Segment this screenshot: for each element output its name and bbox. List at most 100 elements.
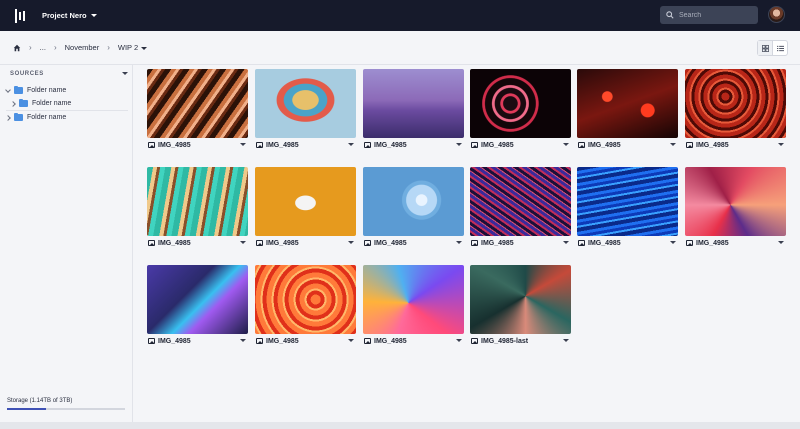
grid-view-button[interactable] [758,41,773,55]
breadcrumb-wip2[interactable]: WIP 2 [118,43,148,52]
image-card[interactable]: IMG_4985 [147,167,248,250]
image-name: IMG_4985 [374,141,407,149]
breadcrumb-ellipsis[interactable]: ... [40,43,46,52]
image-thumbnail[interactable] [147,265,248,334]
user-avatar[interactable] [768,6,785,23]
image-name: IMG_4985 [696,239,729,247]
tree-folder-label: Folder name [32,100,72,107]
image-card[interactable]: IMG_4985 [363,69,464,152]
image-thumbnail[interactable] [255,69,356,138]
chevron-down-icon[interactable] [670,143,676,146]
image-thumbnail[interactable] [147,69,248,138]
image-name: IMG_4985 [588,141,621,149]
image-thumbnail[interactable] [470,265,571,334]
breadcrumb-separator: › [29,43,32,52]
image-thumbnail[interactable] [470,167,571,236]
image-card[interactable]: IMG_4985 [685,167,786,250]
image-icon [471,142,478,148]
view-toggle [757,40,788,56]
chevron-down-icon[interactable] [778,241,784,244]
image-thumbnail[interactable] [255,167,356,236]
image-name: IMG_4985 [481,239,514,247]
image-name: IMG_4985 [696,141,729,149]
image-thumbnail[interactable] [255,265,356,334]
chevron-down-icon[interactable] [348,143,354,146]
image-icon [471,240,478,246]
image-name: IMG_4985 [266,337,299,345]
folder-icon [19,98,28,107]
image-thumbnail[interactable] [363,265,464,334]
project-switcher[interactable]: Project Nero [42,11,97,20]
image-name: IMG_4985 [158,337,191,345]
chevron-down-icon[interactable] [563,241,569,244]
chevron-down-icon[interactable] [240,241,246,244]
image-card[interactable]: IMG_4985 [363,265,464,348]
breadcrumb-separator: › [107,43,110,52]
image-icon [364,240,371,246]
image-thumbnail[interactable] [363,167,464,236]
search-icon [666,11,674,19]
image-card[interactable]: IMG_4985 [577,167,678,250]
image-name: IMG_4985 [374,337,407,345]
image-thumbnail[interactable] [685,167,786,236]
image-card[interactable]: IMG_4985 [577,69,678,152]
grid-icon [761,44,769,52]
sources-title: SOURCES [10,71,44,77]
search-box[interactable] [660,6,758,24]
list-view-button[interactable] [773,41,787,55]
image-card[interactable]: IMG_4985 [255,167,356,250]
image-card[interactable]: IMG_4985 [470,69,571,152]
home-icon[interactable] [13,44,21,52]
tree-folder-2[interactable]: Folder name [10,98,72,107]
folder-icon [14,85,23,94]
image-thumbnail[interactable] [685,69,786,138]
folder-icon [14,112,23,121]
project-name: Project Nero [42,11,87,20]
image-card[interactable]: IMG_4985-last [470,265,571,348]
image-thumbnail[interactable] [577,69,678,138]
image-card[interactable]: IMG_4985 [255,69,356,152]
chevron-down-icon[interactable] [240,339,246,342]
chevron-down-icon[interactable] [456,339,462,342]
bottom-scrollbar[interactable] [0,422,800,429]
search-input[interactable] [679,11,749,19]
list-icon [776,45,784,51]
chevron-down-icon[interactable] [563,339,569,342]
image-icon [686,142,693,148]
image-name: IMG_4985 [158,141,191,149]
app-logo-icon[interactable] [15,8,27,23]
chevron-down-icon[interactable] [456,143,462,146]
tree-folder-1[interactable]: Folder name [5,85,66,94]
image-card[interactable]: IMG_4985 [255,265,356,348]
image-thumbnail[interactable] [147,167,248,236]
chevron-down-icon [122,72,128,75]
chevron-right-icon[interactable] [5,114,11,121]
chevron-down-icon[interactable] [240,143,246,146]
image-card[interactable]: IMG_4985 [363,167,464,250]
tree-folder-3[interactable]: Folder name [5,112,66,121]
image-thumbnail[interactable] [363,69,464,138]
image-card[interactable]: IMG_4985 [147,265,248,348]
breadcrumb-bar: › ... › November › WIP 2 [0,31,800,65]
sources-header[interactable]: SOURCES [10,71,128,77]
image-card[interactable]: IMG_4985 [470,167,571,250]
image-name: IMG_4985-last [481,337,529,345]
chevron-down-icon[interactable] [5,86,11,93]
chevron-down-icon[interactable] [348,241,354,244]
image-icon [256,240,263,246]
chevron-right-icon[interactable] [10,100,16,107]
chevron-down-icon[interactable] [670,241,676,244]
chevron-down-icon[interactable] [456,241,462,244]
image-thumbnail[interactable] [470,69,571,138]
chevron-down-icon[interactable] [563,143,569,146]
image-icon [471,338,478,344]
image-card[interactable]: IMG_4985 [147,69,248,152]
image-name: IMG_4985 [588,239,621,247]
image-thumbnail[interactable] [577,167,678,236]
image-card[interactable]: IMG_4985 [685,69,786,152]
storage-progress-bar [7,408,125,410]
chevron-down-icon[interactable] [348,339,354,342]
chevron-down-icon[interactable] [778,143,784,146]
breadcrumb-november[interactable]: November [65,43,100,52]
chevron-down-icon [141,46,148,50]
